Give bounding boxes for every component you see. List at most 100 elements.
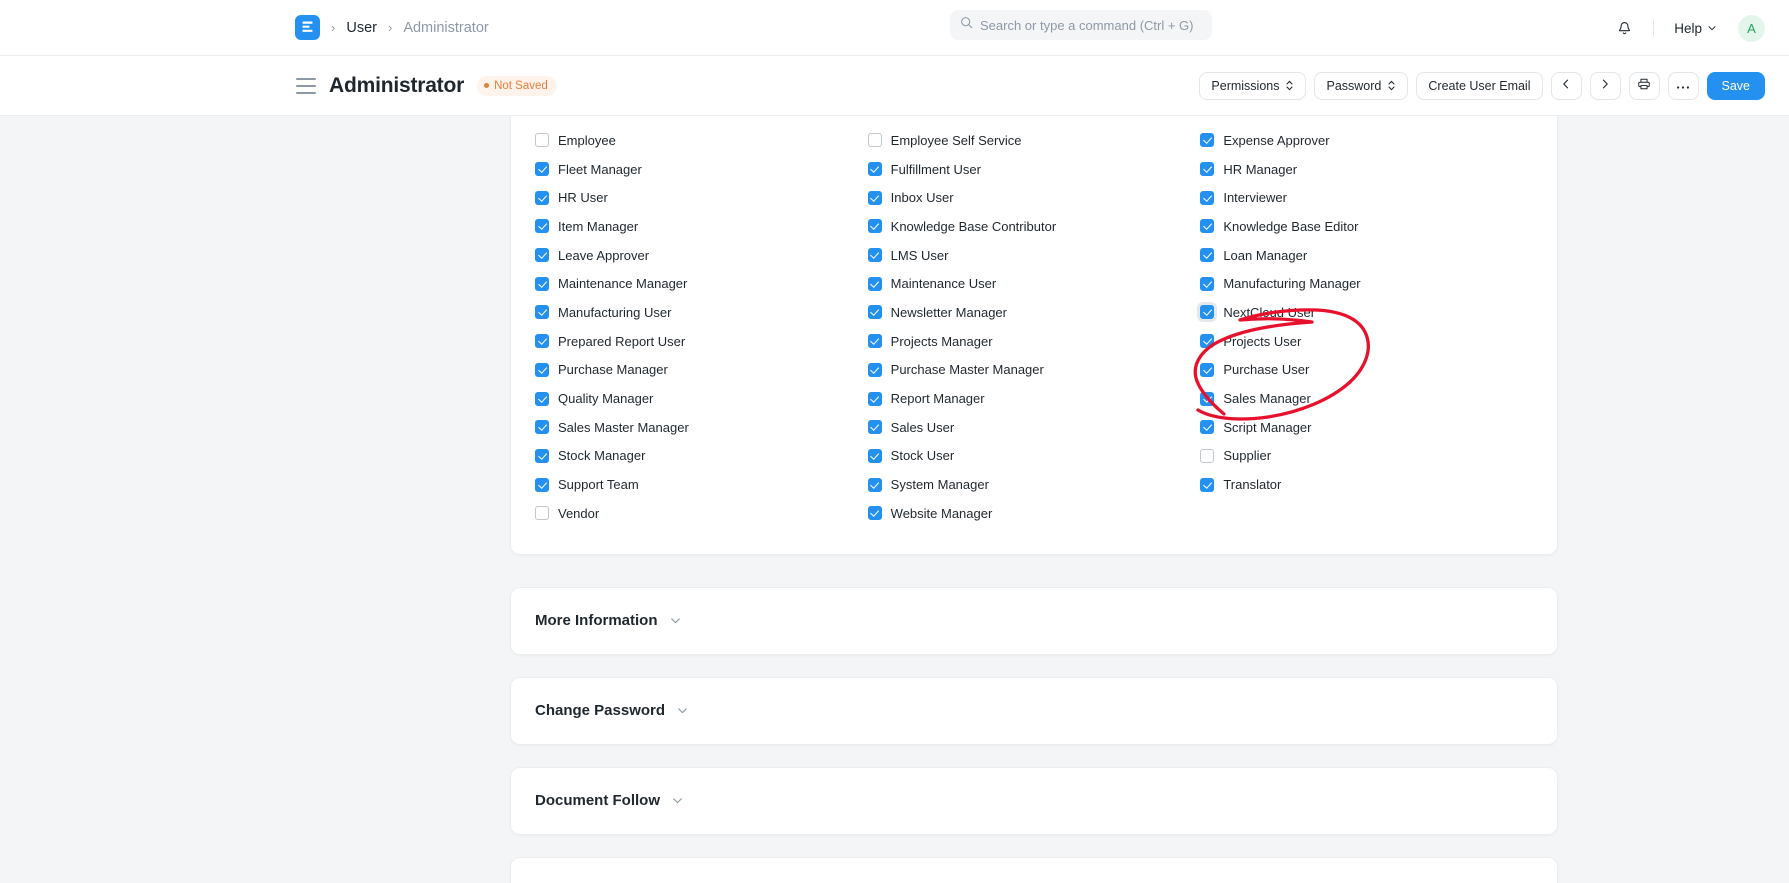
role-checkbox-row[interactable]: Purchase Master Manager <box>867 356 1201 385</box>
prev-record-button[interactable] <box>1550 71 1582 100</box>
role-checkbox-row[interactable]: Support Team <box>535 470 868 499</box>
role-checkbox-row[interactable]: Sales Master Manager <box>535 413 868 442</box>
hamburger-menu-icon[interactable] <box>296 77 316 94</box>
role-checkbox[interactable] <box>535 190 549 205</box>
role-checkbox-row[interactable]: Website Manager <box>867 499 1201 528</box>
chevron-down-icon[interactable] <box>676 704 689 717</box>
role-checkbox-row[interactable]: Purchase Manager <box>535 356 868 385</box>
chevron-down-icon[interactable] <box>669 614 682 627</box>
role-checkbox-row[interactable]: Translator <box>1200 470 1533 499</box>
role-checkbox-row[interactable]: Leave Approver <box>535 241 868 270</box>
role-checkbox-row[interactable]: Inbox User <box>867 183 1201 212</box>
section-document-follow[interactable]: Document Follow <box>510 766 1558 835</box>
role-checkbox[interactable] <box>867 219 882 234</box>
bell-icon[interactable] <box>1609 13 1639 43</box>
permissions-button[interactable]: Permissions <box>1199 71 1307 100</box>
role-checkbox[interactable] <box>535 248 549 263</box>
avatar[interactable]: A <box>1738 14 1765 42</box>
create-user-email-button[interactable]: Create User Email <box>1416 71 1543 100</box>
role-checkbox[interactable] <box>1200 448 1215 463</box>
role-checkbox-row[interactable]: Sales Manager <box>1200 384 1533 413</box>
role-checkbox-row[interactable]: Manufacturing Manager <box>1200 269 1533 298</box>
role-checkbox-row[interactable]: HR User <box>535 183 868 212</box>
role-checkbox-row[interactable]: Knowledge Base Editor <box>1200 212 1533 241</box>
role-checkbox-row[interactable]: Interviewer <box>1200 183 1533 212</box>
role-checkbox[interactable] <box>1200 391 1215 406</box>
role-checkbox[interactable] <box>1200 133 1215 148</box>
role-checkbox-row[interactable]: Purchase User <box>1200 356 1533 385</box>
role-checkbox[interactable] <box>535 334 549 349</box>
role-checkbox-row[interactable]: Prepared Report User <box>535 327 868 356</box>
role-checkbox-row[interactable]: Fulfillment User <box>867 155 1201 184</box>
role-checkbox[interactable] <box>867 276 882 291</box>
chevron-down-icon[interactable] <box>671 794 684 807</box>
role-checkbox[interactable] <box>867 477 882 492</box>
role-checkbox-row[interactable]: Maintenance Manager <box>535 269 868 298</box>
role-checkbox-row[interactable]: Stock User <box>867 442 1201 471</box>
role-checkbox[interactable] <box>867 162 882 177</box>
role-checkbox-row[interactable]: Knowledge Base Contributor <box>867 212 1201 241</box>
role-checkbox-row[interactable]: Stock Manager <box>535 442 868 471</box>
role-checkbox[interactable] <box>535 391 549 406</box>
role-checkbox[interactable] <box>535 162 549 177</box>
role-checkbox[interactable] <box>535 305 549 320</box>
role-checkbox[interactable] <box>867 391 882 406</box>
role-checkbox[interactable] <box>1200 190 1215 205</box>
role-checkbox-row[interactable]: Expense Approver <box>1200 126 1533 155</box>
breadcrumb-link-user[interactable]: User <box>346 20 377 36</box>
role-checkbox[interactable] <box>535 448 549 463</box>
role-checkbox-row[interactable]: HR Manager <box>1200 155 1533 184</box>
role-checkbox[interactable] <box>867 420 882 435</box>
section-change-password[interactable]: Change Password <box>510 676 1558 745</box>
role-checkbox[interactable] <box>1200 276 1215 291</box>
role-checkbox-row[interactable]: Item Manager <box>535 212 868 241</box>
role-checkbox[interactable] <box>1200 477 1215 492</box>
role-checkbox-row[interactable]: Quality Manager <box>535 384 868 413</box>
next-record-button[interactable] <box>1589 71 1621 100</box>
role-checkbox[interactable] <box>867 248 882 263</box>
role-checkbox[interactable] <box>867 305 882 320</box>
role-checkbox[interactable] <box>1200 305 1215 320</box>
role-checkbox[interactable] <box>535 133 549 148</box>
help-menu[interactable]: Help <box>1668 17 1723 40</box>
role-checkbox-row[interactable]: Script Manager <box>1200 413 1533 442</box>
role-checkbox-row[interactable]: Vendor <box>535 499 868 528</box>
print-button[interactable] <box>1628 71 1660 100</box>
role-checkbox-row[interactable]: Report Manager <box>867 384 1201 413</box>
role-checkbox-row[interactable]: Projects Manager <box>867 327 1201 356</box>
role-checkbox[interactable] <box>867 362 882 377</box>
role-checkbox[interactable] <box>535 420 549 435</box>
role-checkbox[interactable] <box>1200 219 1215 234</box>
role-checkbox-row[interactable]: Loan Manager <box>1200 241 1533 270</box>
role-checkbox[interactable] <box>1200 420 1215 435</box>
password-button[interactable]: Password <box>1314 71 1409 100</box>
search-box[interactable] <box>950 10 1212 40</box>
role-checkbox-row[interactable]: Sales User <box>867 413 1201 442</box>
erpnext-logo-icon[interactable] <box>295 15 320 40</box>
role-checkbox[interactable] <box>867 448 882 463</box>
role-checkbox-row[interactable]: Projects User <box>1200 327 1533 356</box>
role-checkbox-row[interactable]: LMS User <box>867 241 1201 270</box>
section-email[interactable]: Email <box>510 856 1558 883</box>
role-checkbox-row[interactable]: NextCloud User <box>1200 298 1533 327</box>
role-checkbox[interactable] <box>535 362 549 377</box>
role-checkbox-row[interactable]: Manufacturing User <box>535 298 868 327</box>
role-checkbox[interactable] <box>867 190 882 205</box>
role-checkbox[interactable] <box>535 219 549 234</box>
save-button[interactable]: Save <box>1706 71 1765 100</box>
role-checkbox-row[interactable]: Newsletter Manager <box>867 298 1201 327</box>
role-checkbox-row[interactable]: Supplier <box>1200 442 1533 471</box>
role-checkbox[interactable] <box>867 506 882 521</box>
role-checkbox[interactable] <box>1200 162 1215 177</box>
role-checkbox-row[interactable]: Employee Self Service <box>867 126 1201 155</box>
role-checkbox-row[interactable]: Fleet Manager <box>535 155 868 184</box>
more-options-button[interactable] <box>1667 71 1699 100</box>
role-checkbox[interactable] <box>1200 362 1215 377</box>
search-input[interactable] <box>980 17 1202 33</box>
role-checkbox[interactable] <box>535 506 549 521</box>
section-more-information[interactable]: More Information <box>510 586 1558 655</box>
role-checkbox[interactable] <box>867 133 882 148</box>
role-checkbox[interactable] <box>1200 334 1215 349</box>
role-checkbox[interactable] <box>535 477 549 492</box>
role-checkbox-row[interactable]: System Manager <box>867 470 1201 499</box>
